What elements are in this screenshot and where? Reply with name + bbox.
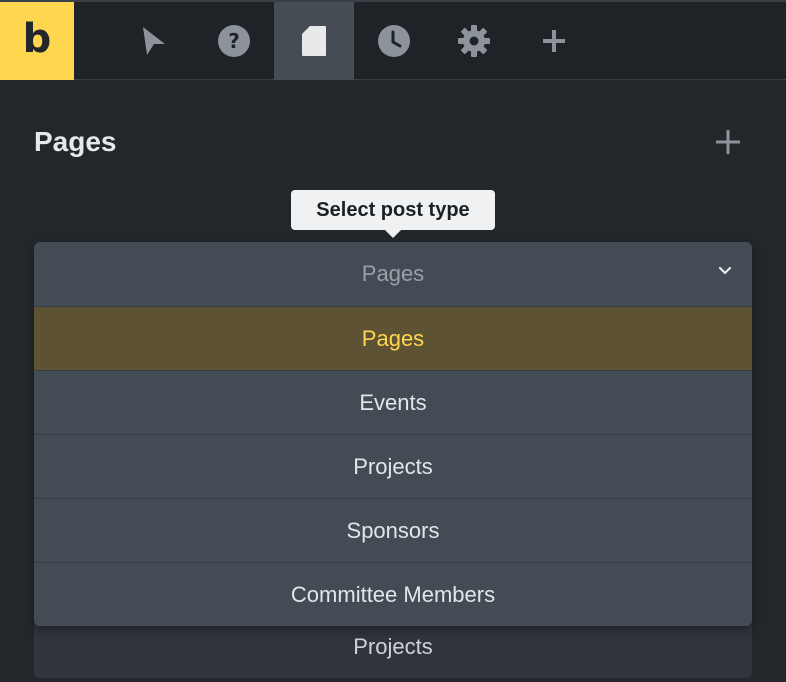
option-pages[interactable]: Pages — [34, 306, 752, 370]
option-events[interactable]: Events — [34, 370, 752, 434]
logo-letter: b — [22, 16, 52, 62]
top-toolbar: b ? — [0, 0, 786, 80]
history-icon — [378, 25, 410, 57]
select-post-type-tooltip: Select post type — [291, 190, 495, 238]
post-type-select[interactable]: Pages Pages Events Projects Sponsors Com… — [34, 242, 752, 626]
help-button[interactable]: ? — [194, 2, 274, 80]
option-committee-members[interactable]: Committee Members — [34, 562, 752, 626]
post-type-select-value[interactable]: Pages — [34, 242, 752, 306]
chevron-down-icon — [718, 266, 732, 275]
add-page-button[interactable] — [714, 128, 742, 156]
pages-button[interactable] — [274, 2, 354, 80]
cursor-icon — [143, 27, 165, 55]
option-sponsors[interactable]: Sponsors — [34, 498, 752, 562]
settings-button[interactable] — [434, 2, 514, 80]
help-icon: ? — [218, 25, 250, 57]
builder-logo[interactable]: b — [0, 2, 74, 80]
panel-title: Pages — [34, 126, 117, 157]
page-icon — [302, 26, 326, 56]
add-element-button[interactable] — [514, 2, 594, 80]
select-element-button[interactable] — [114, 2, 194, 80]
svg-text:?: ? — [228, 29, 240, 53]
plus-icon — [716, 130, 740, 154]
list-item-label: Projects — [353, 634, 433, 659]
settings-icon — [458, 25, 490, 57]
option-projects[interactable]: Projects — [34, 434, 752, 498]
add-icon — [543, 30, 565, 52]
select-current-value: Pages — [361, 261, 425, 286]
revisions-button[interactable] — [354, 2, 434, 80]
